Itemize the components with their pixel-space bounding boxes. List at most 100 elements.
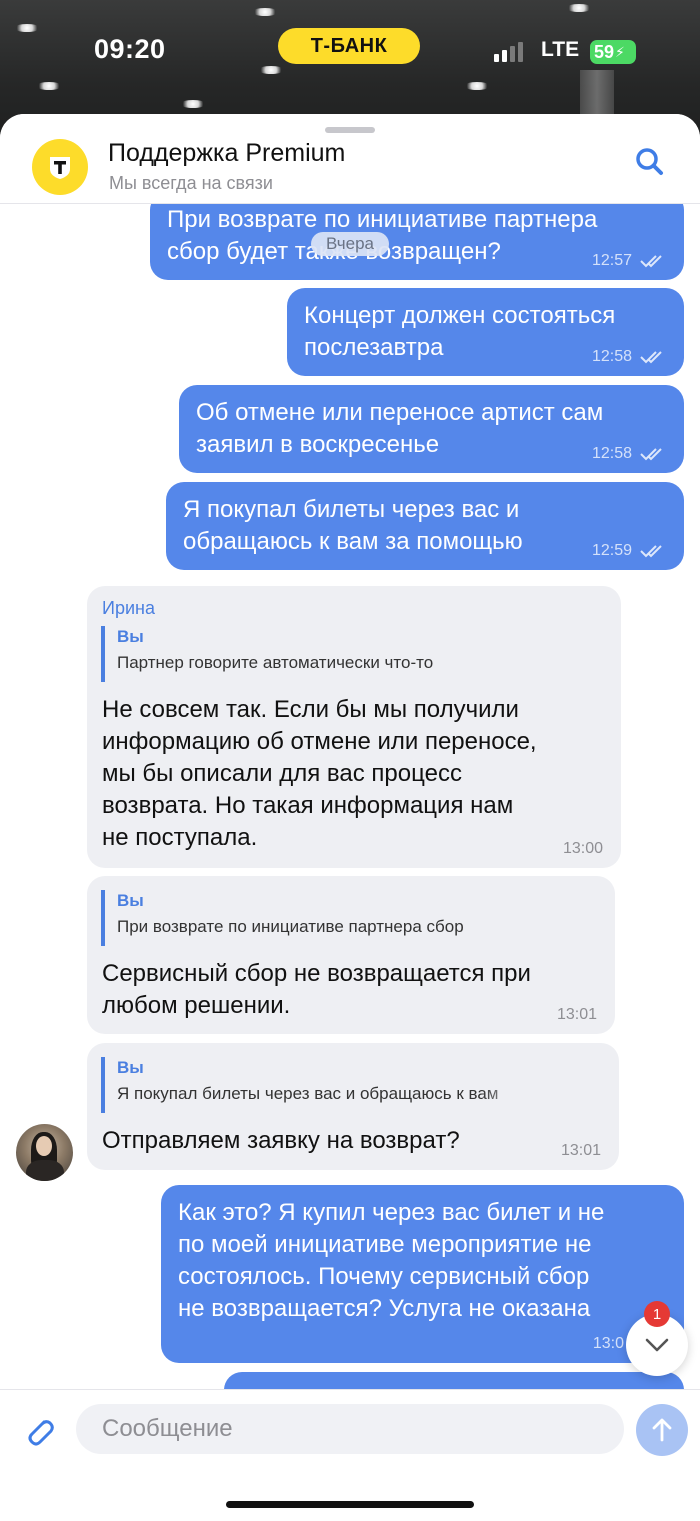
message-line: Как это? Я купил через вас билет и не bbox=[178, 1199, 605, 1226]
message-meta: 12:57 bbox=[592, 252, 666, 270]
message-outgoing[interactable]: Об отмене или переносе артист сам заявил… bbox=[179, 385, 684, 473]
date-separator: Вчера bbox=[311, 232, 389, 256]
message-line: состоялось. Почему сервисный сбор bbox=[178, 1263, 590, 1290]
message-line: Отправляем заявку на возврат? bbox=[102, 1127, 460, 1154]
message-line: обращаюсь к вам за помощью bbox=[183, 528, 523, 555]
agent-avatar[interactable] bbox=[16, 1124, 73, 1181]
message-line: информацию об отмене или переносе, bbox=[102, 728, 537, 755]
carrier-badge: Т-БАНК bbox=[278, 28, 420, 64]
chat-header: Поддержка Premium Мы всегда на связи bbox=[0, 114, 700, 204]
message-text: Концерт должен состояться послезавтра bbox=[304, 300, 615, 364]
bank-logo-icon bbox=[50, 157, 70, 179]
message-time: 13:0 bbox=[592, 1335, 624, 1352]
background-light bbox=[36, 82, 62, 90]
home-indicator[interactable] bbox=[226, 1501, 474, 1508]
quote-text: При возврате по инициативе партнера сбор bbox=[117, 917, 464, 936]
message-line: послезавтра bbox=[304, 334, 444, 361]
message-outgoing[interactable]: Я покупал билеты через вас и обращаюсь к… bbox=[166, 482, 684, 570]
composer-bar bbox=[0, 1389, 700, 1521]
message-line: не возвращается? Услуга не оказана bbox=[178, 1295, 591, 1322]
message-line: не поступала. bbox=[102, 824, 258, 851]
chat-subtitle: Мы всегда на связи bbox=[109, 173, 273, 193]
message-list[interactable]: Вчера При возврате по инициативе партнер… bbox=[0, 204, 700, 1389]
message-time: 12:58 bbox=[591, 348, 632, 365]
unread-count-badge: 1 bbox=[644, 1301, 670, 1327]
double-check-icon bbox=[640, 351, 662, 364]
message-input[interactable] bbox=[76, 1404, 624, 1454]
sender-name[interactable]: Ирина bbox=[102, 598, 155, 619]
message-outgoing[interactable]: При возврате по инициативе партнера сбор… bbox=[150, 204, 684, 280]
background-light bbox=[252, 8, 278, 16]
background-light bbox=[180, 100, 206, 108]
cellular-signal-icon bbox=[494, 42, 523, 62]
quote-text: Партнер говорите автоматически что-то bbox=[117, 653, 434, 672]
message-line: любом решении. bbox=[102, 992, 291, 1019]
reply-quote[interactable]: Вы Я покупал билеты через вас и обращаюс… bbox=[101, 1057, 531, 1113]
message-line: заявил в воскресенье bbox=[196, 431, 440, 458]
battery-icon: 59 ⚡ bbox=[590, 40, 636, 64]
sheet-grabber[interactable] bbox=[325, 127, 375, 133]
message-meta: 13:00 bbox=[563, 840, 603, 858]
background-light bbox=[464, 82, 490, 90]
attach-button[interactable] bbox=[22, 1414, 56, 1448]
message-line: Об отмене или переносе артист сам bbox=[196, 399, 604, 426]
message-incoming[interactable]: Вы Я покупал билеты через вас и обращаюс… bbox=[87, 1043, 619, 1170]
message-meta: 12:58 bbox=[592, 348, 666, 366]
quote-author: Вы bbox=[117, 627, 144, 646]
message-outgoing[interactable] bbox=[224, 1372, 684, 1389]
battery-level: 59 bbox=[594, 41, 615, 62]
message-line: по моей инициативе мероприятие не bbox=[178, 1231, 592, 1258]
chat-title[interactable]: Поддержка Premium bbox=[108, 139, 345, 168]
message-outgoing[interactable]: Концерт должен состояться послезавтра 12… bbox=[287, 288, 684, 376]
message-line: Не совсем так. Если бы мы получили bbox=[102, 696, 519, 723]
background-light bbox=[14, 24, 40, 32]
message-incoming[interactable]: Вы При возврате по инициативе партнера с… bbox=[87, 876, 615, 1034]
message-meta: 12:59 bbox=[592, 542, 666, 560]
message-time: 12:57 bbox=[591, 252, 632, 269]
message-text: Отправляем заявку на возврат? bbox=[102, 1125, 460, 1157]
charging-icon: ⚡ bbox=[615, 43, 625, 60]
message-meta: 12:58 bbox=[592, 445, 666, 463]
background-light bbox=[258, 66, 284, 74]
message-line: Я покупал билеты через вас и bbox=[183, 496, 520, 523]
message-line: мы бы описали для вас процесс bbox=[102, 760, 462, 787]
reply-quote[interactable]: Вы Партнер говорите автоматически что-то bbox=[101, 626, 531, 682]
message-incoming[interactable]: Ирина Вы Партнер говорите автоматически … bbox=[87, 586, 621, 868]
message-line: При возврате по инициативе партнера bbox=[167, 206, 598, 233]
double-check-icon bbox=[640, 448, 662, 461]
quote-author: Вы bbox=[117, 891, 144, 910]
message-time: 13:01 bbox=[560, 1142, 601, 1159]
double-check-icon bbox=[640, 255, 662, 268]
search-button[interactable] bbox=[632, 144, 668, 180]
chat-sheet: Поддержка Premium Мы всегда на связи Вче… bbox=[0, 114, 700, 1521]
background-light bbox=[566, 4, 592, 12]
search-icon bbox=[636, 148, 663, 175]
message-text: Я покупал билеты через вас и обращаюсь к… bbox=[183, 494, 523, 558]
paperclip-icon bbox=[28, 1420, 54, 1446]
reply-quote[interactable]: Вы При возврате по инициативе партнера с… bbox=[101, 890, 531, 946]
chevron-down-icon bbox=[645, 1338, 669, 1352]
message-meta: 13:01 bbox=[557, 1006, 597, 1024]
message-text: Об отмене или переносе артист сам заявил… bbox=[196, 397, 603, 461]
message-outgoing[interactable]: Как это? Я купил через вас билет и не по… bbox=[161, 1185, 684, 1363]
send-button[interactable] bbox=[636, 1404, 688, 1456]
message-time: 12:58 bbox=[591, 445, 632, 462]
message-text: Сервисный сбор не возвращается при любом… bbox=[102, 958, 531, 1022]
quote-text: Я покупал билеты через вас и обращаюсь к… bbox=[117, 1084, 499, 1103]
message-text: Как это? Я купил через вас билет и не по… bbox=[178, 1197, 604, 1325]
status-time: 09:20 bbox=[94, 34, 166, 64]
message-line: Сервисный сбор не возвращается при bbox=[102, 960, 531, 987]
message-line: Концерт должен состояться bbox=[304, 302, 616, 329]
message-meta: 13:0 bbox=[593, 1335, 624, 1353]
network-type: LTE bbox=[541, 38, 580, 61]
message-time: 12:59 bbox=[591, 542, 632, 559]
double-check-icon bbox=[640, 545, 662, 558]
message-meta: 13:01 bbox=[561, 1142, 601, 1160]
message-time: 13:01 bbox=[556, 1006, 597, 1023]
message-line: возврата. Но такая информация нам bbox=[102, 792, 514, 819]
arrow-up-icon bbox=[652, 1418, 672, 1442]
chat-avatar[interactable] bbox=[32, 139, 88, 195]
message-text: Не совсем так. Если бы мы получили инфор… bbox=[102, 694, 537, 854]
message-time: 13:00 bbox=[562, 840, 603, 857]
quote-author: Вы bbox=[117, 1058, 144, 1077]
